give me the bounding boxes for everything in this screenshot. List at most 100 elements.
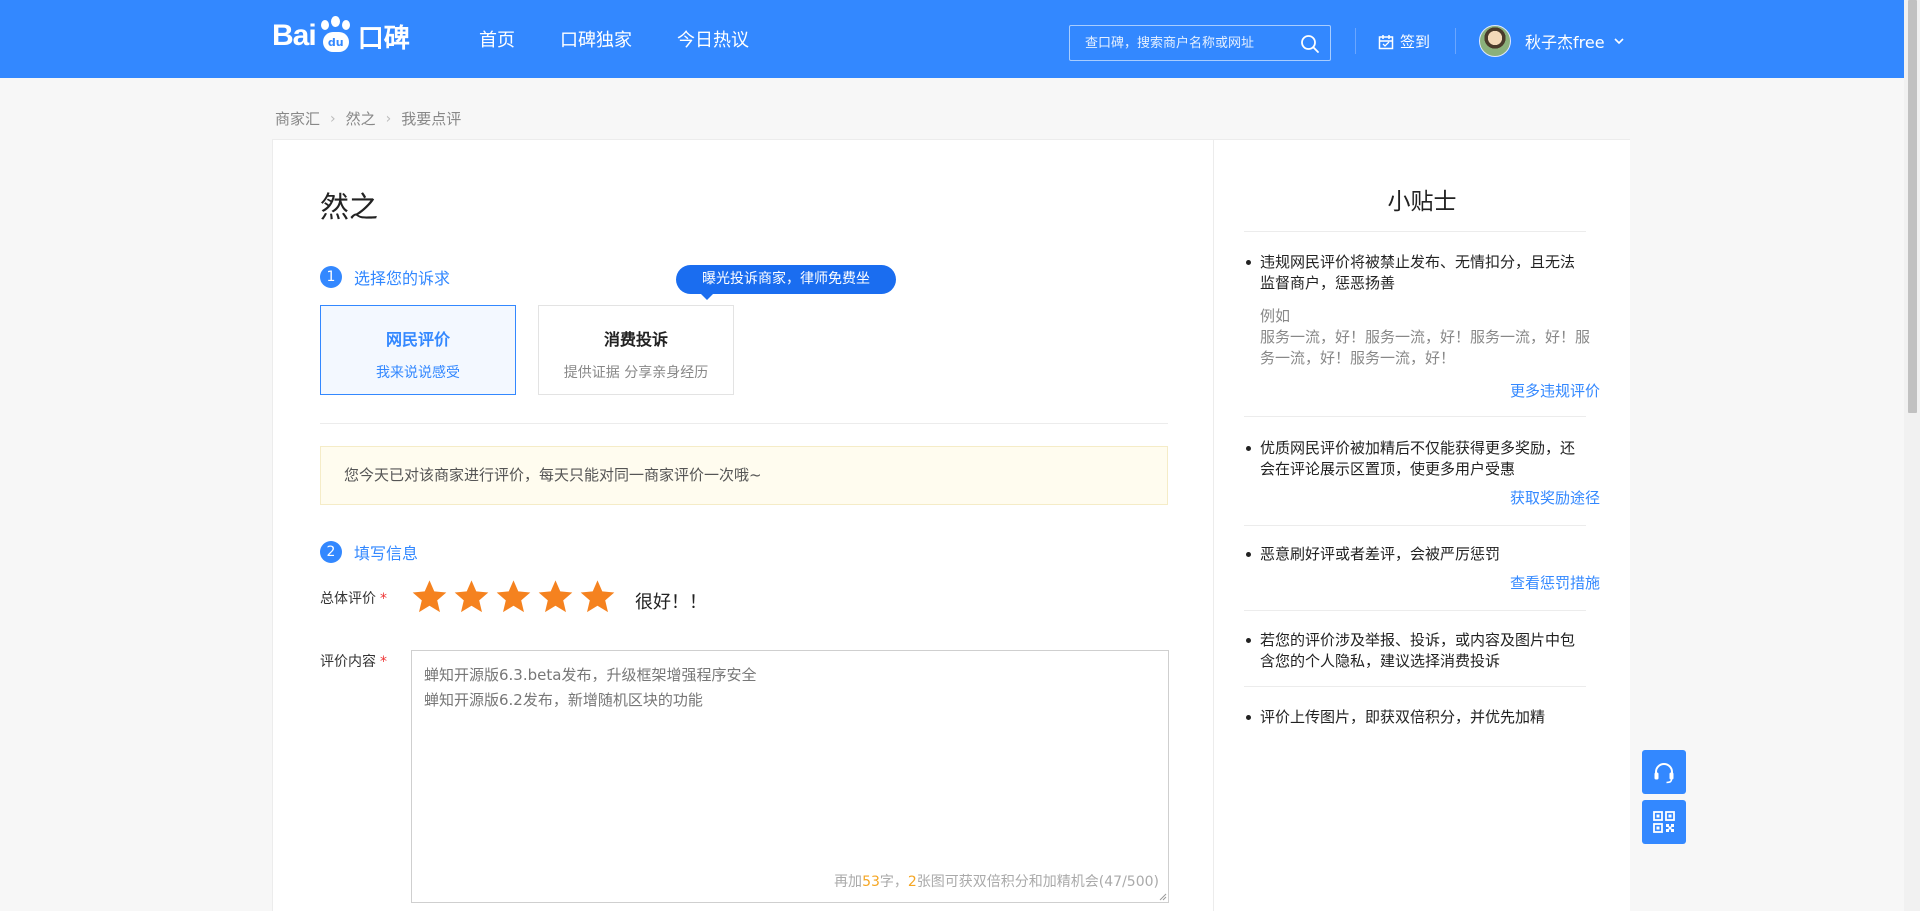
counter-mid: 字， bbox=[879, 874, 908, 890]
tip-example-label: 例如 bbox=[1260, 307, 1291, 325]
step-label: 填写信息 bbox=[354, 544, 419, 563]
avatar bbox=[1479, 25, 1511, 57]
tips-divider bbox=[1244, 231, 1586, 232]
customer-service-button[interactable] bbox=[1642, 750, 1686, 794]
content-label: 评价内容 * bbox=[320, 651, 387, 671]
tip-item: 违规网民评价将被禁止发布、无情扣分，且无法监督商户，惩恶扬善 bbox=[1244, 252, 1589, 294]
tip-text: 恶意刷好评或者差评，会被严厉惩罚 bbox=[1260, 545, 1501, 563]
breadcrumb-item-current: 我要点评 bbox=[401, 110, 462, 128]
step-2-heading: 2 填写信息 bbox=[320, 540, 418, 564]
scrollbar-thumb[interactable] bbox=[1908, 0, 1917, 413]
option-subtitle: 我来说说感受 bbox=[376, 365, 460, 381]
paw-icon: du bbox=[317, 16, 355, 56]
star-icon[interactable] bbox=[453, 578, 490, 615]
bullet-icon bbox=[1246, 638, 1251, 643]
link-more-violations[interactable]: 更多违规评价 bbox=[1510, 380, 1600, 401]
rating-label-text: 总体评价 bbox=[320, 591, 376, 607]
nav-home[interactable]: 首页 bbox=[479, 26, 515, 52]
breadcrumb: 商家汇 › 然之 › 我要点评 bbox=[275, 108, 461, 129]
bullet-icon bbox=[1246, 715, 1251, 720]
tips-panel: 小贴士 违规网民评价将被禁止发布、无情扣分，且无法监督商户，惩恶扬善 例如 服务… bbox=[1214, 140, 1630, 911]
qrcode-icon bbox=[1653, 811, 1675, 833]
chevron-right-icon: › bbox=[330, 110, 336, 127]
step-label: 选择您的诉求 bbox=[354, 269, 451, 288]
step-number: 2 bbox=[320, 541, 342, 563]
option-subtitle: 提供证据 分享亲身经历 bbox=[563, 365, 709, 381]
rating-label: 总体评价 * bbox=[320, 588, 387, 608]
option-netizen-review[interactable]: 网民评价 我来说说感受 bbox=[320, 305, 516, 395]
notice-banner: 您今天已对该商家进行评价，每天只能对同一商家评价一次哦~ bbox=[320, 446, 1168, 505]
review-content-box: 再加53字，2张图可获双倍积分和加精机会(47/500) bbox=[411, 650, 1169, 903]
tip-item: 若您的评价涉及举报、投诉，或内容及图片中包含您的个人隐私，建议选择消费投诉 bbox=[1244, 630, 1589, 672]
star-icon[interactable] bbox=[495, 578, 532, 615]
resize-grip-icon[interactable] bbox=[1159, 893, 1167, 901]
tip-text: 违规网民评价将被禁止发布、无情扣分，且无法监督商户，惩恶扬善 bbox=[1260, 253, 1576, 292]
logo-koubei-text: 口碑 bbox=[357, 23, 410, 54]
star-icon[interactable] bbox=[411, 578, 448, 615]
option-title: 网民评价 bbox=[385, 330, 450, 349]
headset-icon bbox=[1654, 763, 1674, 784]
tip-text: 若您的评价涉及举报、投诉，或内容及图片中包含您的个人隐私，建议选择消费投诉 bbox=[1260, 631, 1576, 670]
user-menu[interactable]: 秋子杰free bbox=[1479, 25, 1625, 57]
header-divider bbox=[1355, 28, 1356, 54]
rating-text: 很好！！ bbox=[635, 592, 707, 613]
nav-today-hot[interactable]: 今日热议 bbox=[677, 26, 749, 52]
link-penalty-measures[interactable]: 查看惩罚措施 bbox=[1510, 572, 1600, 593]
tip-text: 优质网民评价被加精后不仅能获得更多奖励，还会在评论展示区置顶，使更多用户受惠 bbox=[1260, 439, 1576, 478]
main-nav: 首页 口碑独家 今日热议 bbox=[479, 26, 749, 52]
qrcode-button[interactable] bbox=[1642, 800, 1686, 844]
tips-divider bbox=[1244, 686, 1586, 687]
star-rating bbox=[411, 578, 616, 615]
search-icon[interactable] bbox=[1300, 34, 1320, 54]
char-counter: 再加53字，2张图可获双倍积分和加精机会(47/500) bbox=[834, 871, 1159, 891]
tips-title: 小贴士 bbox=[1387, 189, 1457, 215]
review-form: 然之 1 选择您的诉求 曝光投诉商家，律师免费坐 网民评价 我来说说感受 消费投… bbox=[273, 140, 1214, 911]
section-divider bbox=[320, 423, 1168, 424]
step-1-heading: 1 选择您的诉求 bbox=[320, 265, 450, 289]
chevron-down-icon bbox=[1613, 38, 1624, 45]
option-title: 消费投诉 bbox=[603, 330, 668, 349]
counter-suffix: 张图可获双倍积分和加精机会(47/500) bbox=[916, 874, 1159, 890]
tip-example: 例如 服务一流，好！服务一流，好！服务一流，好！服务一流，好！服务一流，好！ bbox=[1260, 306, 1590, 369]
content-label-text: 评价内容 bbox=[320, 654, 376, 670]
nav-koubei-exclusive[interactable]: 口碑独家 bbox=[560, 26, 632, 52]
search-input[interactable] bbox=[1070, 26, 1290, 60]
logo-du-text: du bbox=[322, 32, 349, 52]
tip-example-text: 服务一流，好！服务一流，好！服务一流，好！服务一流，好！服务一流，好！ bbox=[1260, 328, 1591, 367]
top-header: Bai du 口碑 首页 口碑独家 今日热议 签到 秋子杰free bbox=[0, 0, 1904, 78]
review-card: 然之 1 选择您的诉求 曝光投诉商家，律师免费坐 网民评价 我来说说感受 消费投… bbox=[272, 139, 1630, 911]
counter-images: 2 bbox=[907, 874, 917, 890]
tips-divider bbox=[1244, 416, 1586, 417]
breadcrumb-item-merchant[interactable]: 然之 bbox=[346, 108, 376, 129]
step-number: 1 bbox=[320, 266, 342, 288]
tip-item: 评价上传图片，即获双倍积分，并优先加精 bbox=[1244, 707, 1589, 728]
breadcrumb-item-shangjiahui[interactable]: 商家汇 bbox=[275, 108, 320, 129]
tips-divider bbox=[1244, 525, 1586, 526]
search-box bbox=[1069, 25, 1331, 61]
merchant-title: 然之 bbox=[320, 190, 379, 224]
tip-text: 评价上传图片，即获双倍积分，并优先加精 bbox=[1260, 708, 1546, 726]
required-mark: * bbox=[380, 654, 387, 670]
star-icon[interactable] bbox=[579, 578, 616, 615]
required-mark: * bbox=[380, 591, 387, 607]
counter-prefix: 再加 bbox=[834, 874, 863, 890]
bullet-icon bbox=[1246, 552, 1251, 557]
page-scrollbar[interactable] bbox=[1904, 0, 1920, 911]
review-content-textarea[interactable] bbox=[412, 651, 1168, 902]
header-divider bbox=[1455, 28, 1456, 54]
counter-chars: 53 bbox=[862, 874, 880, 890]
logo-bai-text: Bai bbox=[272, 19, 317, 52]
complaint-promo-bubble: 曝光投诉商家，律师免费坐 bbox=[676, 265, 896, 300]
baidu-koubei-logo[interactable]: Bai du 口碑 bbox=[272, 14, 410, 58]
bullet-icon bbox=[1246, 446, 1251, 451]
star-icon[interactable] bbox=[537, 578, 574, 615]
option-consumer-complaint[interactable]: 消费投诉 提供证据 分享亲身经历 bbox=[538, 305, 734, 395]
tips-divider bbox=[1244, 610, 1586, 611]
chevron-right-icon: › bbox=[385, 110, 392, 127]
bullet-icon bbox=[1246, 260, 1251, 265]
user-name: 秋子杰free bbox=[1525, 33, 1605, 52]
link-reward-ways[interactable]: 获取奖励途径 bbox=[1510, 487, 1600, 508]
tip-item: 优质网民评价被加精后不仅能获得更多奖励，还会在评论展示区置顶，使更多用户受惠 bbox=[1244, 438, 1589, 480]
checkin-label: 签到 bbox=[1400, 33, 1431, 51]
checkin-button[interactable]: 签到 bbox=[1378, 31, 1430, 52]
